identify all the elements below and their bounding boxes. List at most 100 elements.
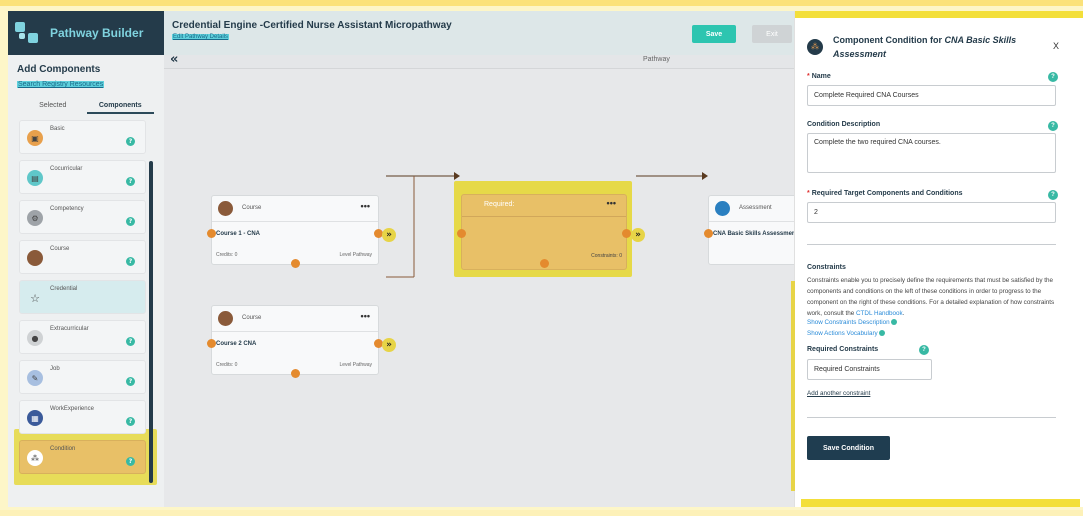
help-icon[interactable]: ? <box>1048 121 1058 131</box>
course-icon <box>218 311 233 326</box>
help-icon[interactable]: ? <box>126 217 135 226</box>
help-icon[interactable]: ? <box>126 137 135 146</box>
tab-selected[interactable]: Selected <box>19 100 87 114</box>
input-port[interactable] <box>207 229 216 238</box>
save-button[interactable]: Save <box>692 25 736 43</box>
course-node-1[interactable]: Course ••• Course 1 - CNA Credits: 0 Lev… <box>211 195 379 265</box>
component-competency[interactable]: ⚙ Competency ? <box>19 200 146 234</box>
help-icon[interactable]: ? <box>126 337 135 346</box>
sidebar-scrollbar[interactable] <box>149 161 153 483</box>
node-name: CNA Basic Skills Assessment <box>713 231 798 237</box>
node-level: Level Pathway <box>339 362 372 368</box>
ctdl-handbook-link[interactable]: CTDL Handbook <box>856 310 903 317</box>
divider <box>807 417 1056 418</box>
node-credits: Credits: 0 <box>216 252 238 258</box>
component-label: Condition <box>50 446 76 452</box>
component-extracurricular[interactable]: ● Extracurricular ? <box>19 320 146 354</box>
node-menu-icon[interactable]: ••• <box>361 311 370 321</box>
panel-highlight-bottom <box>801 499 1080 507</box>
condition-label: Required: <box>484 201 515 208</box>
star-icon: ☆ <box>30 291 40 305</box>
job-icon: ✎ <box>27 370 43 386</box>
input-port[interactable] <box>704 229 713 238</box>
bottom-port[interactable] <box>291 259 300 268</box>
search-registry-link[interactable]: Search Registry Resources <box>17 81 105 88</box>
component-label: Course <box>50 246 70 252</box>
condition-icon: ⁂ <box>807 39 823 55</box>
node-menu-icon[interactable]: ••• <box>361 201 370 211</box>
help-icon[interactable]: ? <box>919 345 929 355</box>
bottom-port[interactable] <box>540 259 549 268</box>
course-node-2[interactable]: Course ••• Course 2 CNA Credits: 0 Level… <box>211 305 379 375</box>
component-label: Basic <box>50 126 65 132</box>
box-icon: ▣ <box>27 130 43 146</box>
output-port[interactable] <box>622 229 631 238</box>
component-basic[interactable]: ▣ Basic ? <box>19 120 146 154</box>
chevron-right-icon[interactable]: » <box>382 338 396 352</box>
component-job[interactable]: ✎ Job ? <box>19 360 146 394</box>
extracurricular-icon: ● <box>27 330 43 346</box>
toggle-icon <box>890 319 897 326</box>
tab-components[interactable]: Components <box>86 100 154 114</box>
constraints-description: Constraints enable you to precisely defi… <box>807 277 1055 317</box>
panel-title: Component Condition for CNA Basic Skills… <box>833 35 1017 59</box>
name-label: * Name <box>807 73 831 80</box>
component-credential[interactable]: ☆ Credential <box>19 280 146 314</box>
constraints-count: Constraints: 0 <box>591 253 622 259</box>
component-label: WorkExperience <box>50 406 94 412</box>
chevron-right-icon[interactable]: » <box>382 228 396 242</box>
node-level: Level Pathway <box>339 252 372 258</box>
toggle-icon <box>878 330 885 337</box>
help-icon[interactable]: ? <box>126 257 135 266</box>
work-experience-icon: ▦ <box>27 410 43 426</box>
component-label: Job <box>50 366 60 372</box>
add-components-heading: Add Components <box>17 64 101 75</box>
help-icon[interactable]: ? <box>126 377 135 386</box>
brand-bar: Pathway Builder <box>8 11 164 55</box>
course-icon <box>27 250 43 266</box>
competency-icon: ⚙ <box>27 210 43 226</box>
assessment-node[interactable]: Assessment CNA Basic Skills Assessment <box>708 195 798 265</box>
sidebar: Pathway Builder Add Components Search Re… <box>8 11 164 507</box>
help-icon[interactable]: ? <box>126 457 135 466</box>
input-port[interactable] <box>457 229 466 238</box>
node-type: Course <box>242 205 262 211</box>
pathway-canvas[interactable]: Course ••• Course 1 - CNA Credits: 0 Lev… <box>164 69 798 507</box>
chevron-right-icon[interactable]: » <box>631 228 645 242</box>
exit-button[interactable]: Exit <box>752 25 792 43</box>
name-field[interactable]: Complete Required CNA Courses <box>807 85 1056 106</box>
pathway-toolbar: « Pathway <box>164 52 794 69</box>
help-icon[interactable]: ? <box>126 177 135 186</box>
description-field[interactable]: Complete the two required CNA courses. <box>807 133 1056 173</box>
node-menu-icon[interactable]: ••• <box>607 198 616 208</box>
save-condition-button[interactable]: Save Condition <box>807 436 890 460</box>
node-credits: Credits: 0 <box>216 362 238 368</box>
component-course[interactable]: Course ? <box>19 240 146 274</box>
panel-highlight-top <box>795 11 1083 18</box>
edit-pathway-link[interactable]: Edit Pathway Details <box>172 34 230 40</box>
assessment-icon <box>715 201 730 216</box>
component-work-experience[interactable]: ▦ WorkExperience ? <box>19 400 146 434</box>
help-icon[interactable]: ? <box>1048 72 1058 82</box>
help-icon[interactable]: ? <box>1048 190 1058 200</box>
collapse-sidebar-icon[interactable]: « <box>170 52 178 67</box>
node-type: Assessment <box>739 205 772 211</box>
node-name: Course 2 CNA <box>216 341 257 347</box>
condition-icon: ⁂ <box>27 450 43 466</box>
cocurricular-icon: ▤ <box>27 170 43 186</box>
bottom-port[interactable] <box>291 369 300 378</box>
component-label: Extracurricular <box>50 326 89 332</box>
component-condition[interactable]: ⁂ Condition ? <box>19 440 146 474</box>
target-label: * Required Target Components and Conditio… <box>807 190 963 197</box>
show-constraints-description-link[interactable]: Show Constraints Description <box>807 319 897 326</box>
required-constraints-label: Required Constraints <box>807 346 879 353</box>
target-field[interactable]: 2 <box>807 202 1056 223</box>
add-constraint-link[interactable]: Add another constraint <box>807 390 870 397</box>
component-cocurricular[interactable]: ▤ Cocurricular ? <box>19 160 146 194</box>
close-button[interactable]: X <box>1053 41 1059 51</box>
help-icon[interactable]: ? <box>126 417 135 426</box>
required-constraints-select[interactable]: Required Constraints <box>807 359 932 380</box>
component-label: Competency <box>50 206 84 212</box>
show-actions-vocabulary-link[interactable]: Show Actions Vocabulary <box>807 330 885 337</box>
input-port[interactable] <box>207 339 216 348</box>
